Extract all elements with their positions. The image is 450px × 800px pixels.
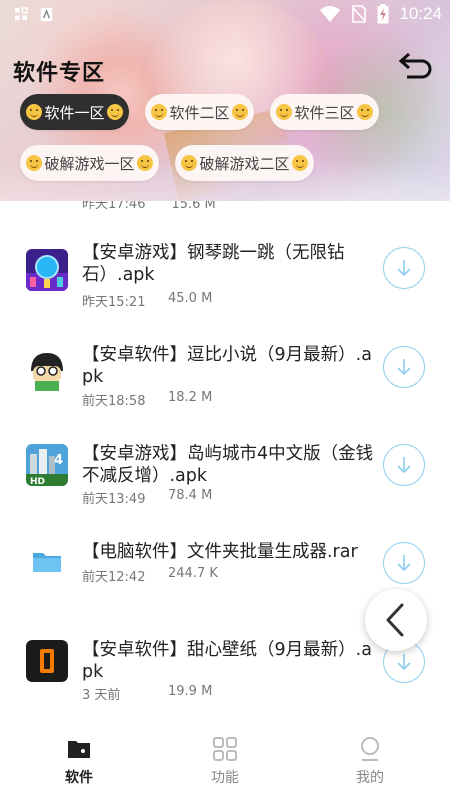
download-icon <box>397 260 411 277</box>
kiss-emoji-icon <box>181 155 198 171</box>
category-chip-4[interactable]: 破解游戏一区 <box>20 145 159 181</box>
cartoon-face-icon <box>26 349 68 391</box>
category-chip-1[interactable]: 软件一区 <box>20 94 129 130</box>
category-chip-2[interactable]: 软件二区 <box>145 94 254 130</box>
kiss-emoji-icon <box>291 155 308 171</box>
folder-icon <box>26 541 68 583</box>
bottom-navigation: 软件 功能 我的 <box>0 723 450 800</box>
floating-collapse-button[interactable] <box>365 589 427 651</box>
city-island-icon: HD 4 <box>26 444 68 486</box>
list-item-partial: 昨天17:46 15.6 M <box>82 201 216 212</box>
user-icon <box>361 737 379 761</box>
file-meta: 前天13:49 78.4 M <box>82 488 213 507</box>
nav-tab-software[interactable]: 软件 <box>34 735 124 787</box>
svg-text:HD: HD <box>30 477 45 486</box>
download-icon <box>397 359 411 376</box>
download-button[interactable] <box>383 346 425 388</box>
list-item[interactable]: 【安卓软件】逗比小说（9月最新）.apk 前天18:58 18.2 M <box>0 335 450 431</box>
category-chip-5[interactable]: 破解游戏二区 <box>175 145 314 181</box>
category-chip-3[interactable]: 软件三区 <box>270 94 379 130</box>
download-button[interactable] <box>383 247 425 289</box>
download-icon <box>397 555 411 572</box>
nav-tab-functions[interactable]: 功能 <box>180 735 270 787</box>
smile-emoji-icon <box>26 104 43 120</box>
file-title: 【安卓游戏】岛屿城市4中文版（金钱不减反增）.apk <box>82 444 374 486</box>
smile-emoji-icon <box>26 155 43 171</box>
file-meta: 前天18:58 18.2 M <box>82 390 213 409</box>
file-title: 【电脑软件】文件夹批量生成器.rar <box>82 542 358 562</box>
list-item[interactable]: 【安卓游戏】钢琴跳一跳（无限钻石）.apk 昨天15:21 45.0 M <box>0 237 450 333</box>
kiss-emoji-icon <box>356 104 373 120</box>
folder-icon <box>68 741 90 758</box>
return-icon[interactable] <box>398 52 434 84</box>
svg-text:4: 4 <box>54 453 63 468</box>
smile-emoji-icon <box>136 155 153 171</box>
smile-emoji-icon <box>151 104 168 120</box>
header-banner: 10:24 软件专区 软件一区 软件二区 软件三区 破解游戏一区 破解游戏二区 <box>0 0 450 201</box>
grid-icon <box>213 737 237 761</box>
download-button[interactable] <box>383 542 425 584</box>
status-time: 10:24 <box>399 4 442 23</box>
smile-emoji-icon <box>231 104 248 120</box>
list-item[interactable]: HD 4 【安卓游戏】岛屿城市4中文版（金钱不减反增）.apk 前天13:49 7… <box>0 433 450 529</box>
wallpaper-app-icon <box>26 640 68 682</box>
apps-icon <box>14 7 28 21</box>
page-title: 软件专区 <box>13 61 106 86</box>
kiss-emoji-icon <box>276 104 293 120</box>
notification-icon <box>40 7 53 22</box>
file-meta: 前天12:42 244.7 K <box>82 566 218 585</box>
nav-tab-profile[interactable]: 我的 <box>325 735 415 787</box>
file-title: 【安卓软件】逗比小说（9月最新）.apk <box>82 345 372 387</box>
file-title: 【安卓软件】甜心壁纸（9月最新）.apk <box>82 640 372 682</box>
chevron-left-icon <box>386 603 404 637</box>
file-title: 【安卓游戏】钢琴跳一跳（无限钻石）.apk <box>82 243 345 285</box>
status-bar: 10:24 <box>0 0 450 30</box>
piano-game-icon <box>26 249 68 291</box>
download-button[interactable] <box>383 444 425 486</box>
file-meta: 3 天前 19.9 M <box>82 684 213 703</box>
no-sim-icon <box>352 5 367 23</box>
wifi-icon <box>320 6 341 22</box>
battery-charging-icon <box>377 4 389 24</box>
file-meta: 昨天15:21 45.0 M <box>82 291 213 310</box>
smile-emoji-icon <box>106 104 123 120</box>
download-icon <box>397 457 411 474</box>
